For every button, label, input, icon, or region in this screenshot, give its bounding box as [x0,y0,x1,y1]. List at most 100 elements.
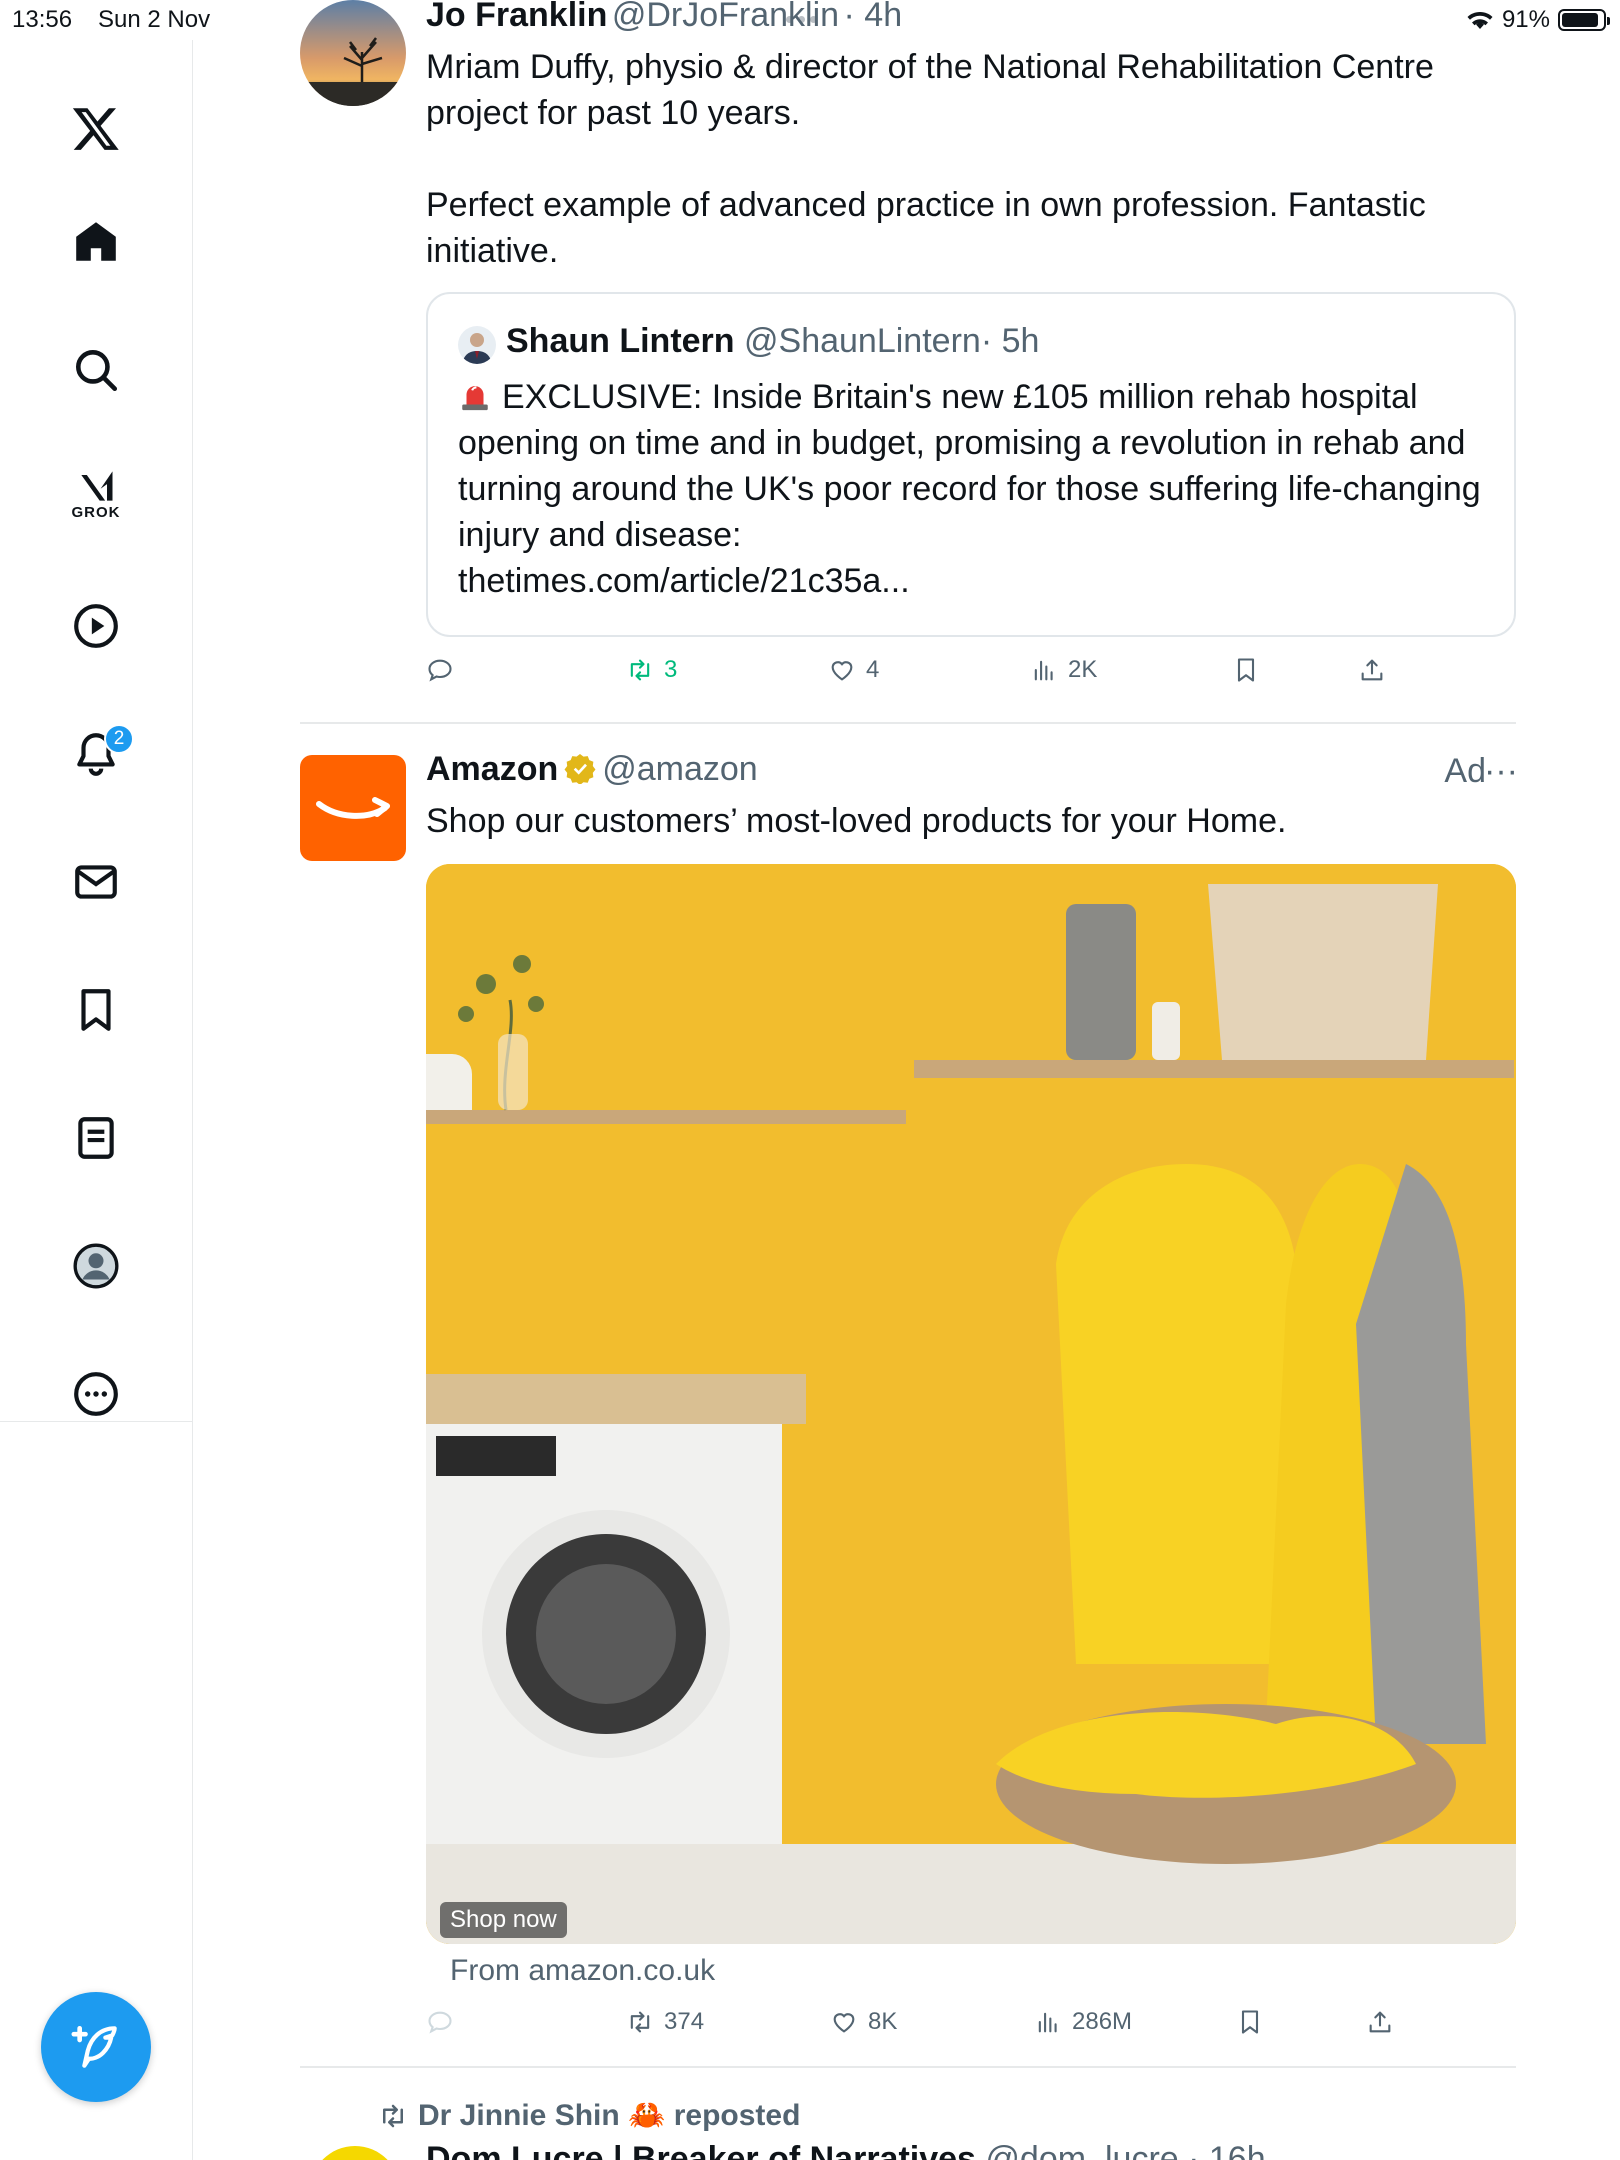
compose-button[interactable] [41,1992,151,2102]
like-count: 8K [868,2008,898,2035]
tweet-text-paragraph: Perfect example of advanced practice in … [426,186,1426,270]
search-icon [76,350,118,392]
reply-icon [428,2011,452,2034]
retweet-button[interactable]: 374 [626,2008,704,2036]
quoted-tweet-link[interactable]: thetimes.com/article/21c35a... [458,562,910,600]
tweet-author-avatar[interactable] [310,2146,400,2160]
quoted-tweet-text: EXCLUSIVE: Inside Britain's new £105 mil… [458,374,1488,604]
sidebar-item-messages[interactable] [56,842,136,922]
compose-icon [71,2026,117,2068]
sidebar-item-home[interactable] [56,202,136,282]
tweet-author-avatar[interactable] [300,0,406,106]
tweet-header: Jo Franklin @DrJoFranklin · 4h [426,0,902,35]
sidebar-item-bookmarks[interactable] [56,970,136,1050]
author-name[interactable]: Dom Lucre | Breaker of Narratives [426,2140,976,2160]
ad-media-image[interactable]: Shop now [426,864,1516,1944]
retweet-count: 374 [664,2008,705,2035]
author-handle[interactable]: @DrJoFranklin [612,0,839,34]
share-button[interactable] [1366,2008,1394,2036]
like-count: 4 [866,656,880,683]
retweet-count: 3 [664,656,678,683]
heart-icon [833,2013,855,2033]
battery-icon [1558,9,1610,31]
tweet-header: Amazon @amazon [426,750,758,789]
retweet-button[interactable]: 3 [626,656,677,684]
retweet-icon [630,2011,650,2033]
amazon-logo-avatar[interactable] [300,755,406,861]
views-button[interactable]: 286M [1034,2008,1132,2036]
battery-percent: 91% [1501,6,1550,33]
reply-button[interactable] [426,2008,454,2036]
repost-indicator[interactable]: Dr Jinnie Shin 🦀 reposted [378,2098,800,2133]
siren-emoji-icon [462,386,488,411]
status-indicators: 91% [1466,6,1610,34]
quoted-tweet-time: · 5h [980,322,1040,360]
quoted-tweet-card[interactable]: Shaun Lintern @ShaunLintern· 5h EXCLUSIV… [426,292,1516,637]
sidebar-item-more[interactable] [56,1354,136,1434]
sidebar-item-video[interactable] [56,586,136,666]
heart-icon [831,661,853,681]
sidebar-item-notifications[interactable]: 2 [56,714,136,794]
reply-button[interactable] [426,656,454,684]
shop-now-badge[interactable]: Shop now [440,1902,567,1938]
views-count: 286M [1072,2008,1133,2035]
avatar-icon [73,1243,119,1289]
sidebar-divider [0,1421,193,1422]
grok-label: GROK [71,503,121,521]
quoted-tweet-header: Shaun Lintern @ShaunLintern· 5h [506,322,1039,361]
share-icon [1369,2011,1391,2033]
more-circle-icon [74,1372,118,1416]
notification-badge: 2 [104,724,134,754]
tweet-divider [300,2066,1516,2068]
quoted-tweet-body: EXCLUSIVE: Inside Britain's new £105 mil… [458,378,1481,554]
sidebar-item-grok[interactable]: GROK [56,452,136,532]
home-icon [76,222,116,261]
status-date: Sun 2 Nov [98,6,211,33]
mail-icon [75,865,117,899]
quoted-author-name: Shaun Lintern [506,322,735,360]
reply-icon [428,659,452,682]
bookmark-icon [81,989,111,1031]
like-button[interactable]: 4 [828,656,879,684]
tweet-text: Shop our customers’ most-loved products … [426,802,1287,840]
bookmark-button[interactable] [1232,656,1260,684]
repost-text: Dr Jinnie Shin 🦀 reposted [418,2099,801,2132]
views-icon [1034,660,1053,681]
amazon-smile-icon [316,797,390,819]
like-button[interactable]: 8K [830,2008,897,2036]
retweet-icon [630,659,650,681]
bookmark-button[interactable] [1236,2008,1264,2036]
tweet-divider [300,722,1516,724]
tweet-text: Mriam Duffy, physio & director of the Na… [426,44,1516,274]
tweet-time: · 4h [843,0,903,34]
views-button[interactable]: 2K [1030,656,1097,684]
retweet-icon [383,2104,403,2127]
tweet-action-bar: 374 8K 286M [426,2008,1426,2048]
tweet-header: Dom Lucre | Breaker of Narratives @dom_l… [426,2140,1266,2160]
author-handle[interactable]: @dom_lucre · 16h [985,2140,1265,2160]
grok-icon [81,470,113,501]
author-name[interactable]: Jo Franklin [426,0,607,34]
wifi-icon [1467,12,1493,29]
sidebar-item-lists[interactable] [56,1098,136,1178]
status-time: 13:56 [12,6,73,33]
sidebar-nav: GROK 2 [0,40,193,2160]
author-name[interactable]: Amazon [426,750,558,788]
tweet-action-bar: 3 4 2K [426,656,1426,696]
tweet-text-paragraph: Mriam Duffy, physio & director of the Na… [426,48,1434,132]
share-icon [1361,659,1383,681]
author-handle[interactable]: @amazon [602,750,757,788]
x-logo-icon[interactable] [56,88,136,168]
sidebar-item-profile[interactable] [56,1226,136,1306]
quoted-author-handle: @ShaunLintern [744,322,981,360]
bookmark-icon [1237,658,1255,682]
verified-gold-icon [564,754,596,784]
ad-source-link[interactable]: From amazon.co.uk [450,1954,715,1988]
sidebar-item-explore[interactable] [56,330,136,410]
share-button[interactable] [1358,656,1386,684]
views-count: 2K [1068,656,1098,683]
play-circle-icon [74,604,118,648]
ad-label: Ad [1444,752,1486,790]
more-options-button[interactable]: ··· [1484,752,1518,791]
quoted-author-avatar [458,326,496,364]
